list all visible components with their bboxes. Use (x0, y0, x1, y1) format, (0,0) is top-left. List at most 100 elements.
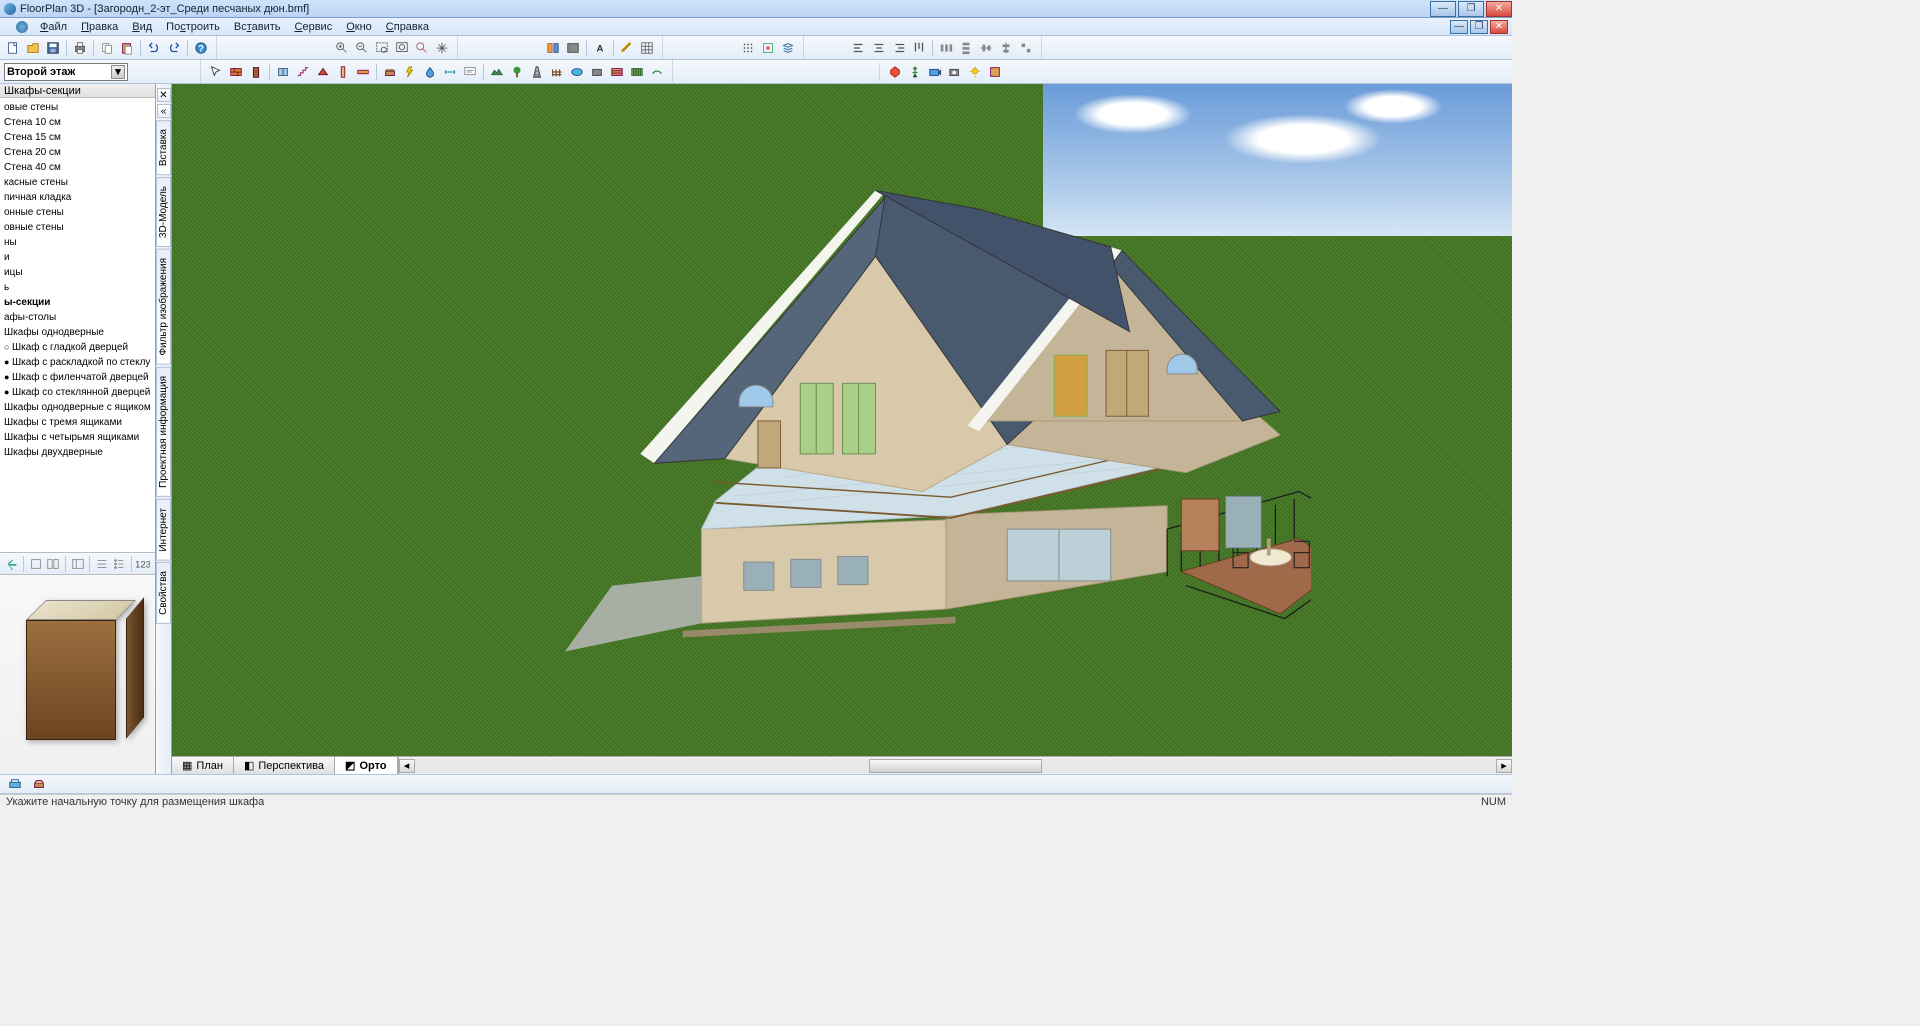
catalog-tool-5[interactable] (94, 555, 109, 573)
align-center-button[interactable] (870, 39, 888, 57)
paste-button[interactable] (118, 39, 136, 57)
list-item[interactable]: ы-секции (0, 295, 155, 310)
close-button[interactable]: ✕ (1486, 1, 1512, 17)
layers-button[interactable] (779, 39, 797, 57)
extra-tool-button[interactable] (648, 63, 666, 81)
view-mode-2-button[interactable] (564, 39, 582, 57)
text-note-tool-button[interactable] (461, 63, 479, 81)
list-item[interactable]: Шкаф с раскладкой по стеклу (0, 355, 155, 370)
help-button[interactable]: ? (192, 39, 210, 57)
list-item[interactable]: Шкафы однодверные с ящиком (0, 400, 155, 415)
align-right-button[interactable] (890, 39, 908, 57)
light-button[interactable] (966, 63, 984, 81)
pool-tool-button[interactable] (568, 63, 586, 81)
material-button[interactable] (986, 63, 1004, 81)
floor-selector[interactable]: Второй этаж ▾ (4, 63, 128, 81)
side-tab-интернет[interactable]: Интернет (156, 499, 171, 561)
distribute-v-button[interactable] (957, 39, 975, 57)
list-item[interactable]: овные стены (0, 220, 155, 235)
open-file-button[interactable] (24, 39, 42, 57)
view-tab-перспектива[interactable]: ◧Перспектива (234, 757, 335, 774)
side-tab-collapse[interactable]: « (157, 104, 171, 118)
align-top-button[interactable] (910, 39, 928, 57)
undo-button[interactable] (145, 39, 163, 57)
scroll-track[interactable] (415, 759, 1496, 773)
furniture-tool-button[interactable] (381, 63, 399, 81)
menu-вид[interactable]: Вид (126, 20, 158, 34)
road-tool-button[interactable] (528, 63, 546, 81)
list-item[interactable]: Шкафы с четырьмя ящиками (0, 430, 155, 445)
catalog-tool-1[interactable] (4, 555, 19, 573)
menu-справка[interactable]: Справка (380, 20, 435, 34)
terrain-tool-button[interactable] (488, 63, 506, 81)
catalog-tool-7[interactable]: 123 (136, 555, 151, 573)
list-item[interactable]: касные стены (0, 175, 155, 190)
walk-button[interactable] (906, 63, 924, 81)
menu-построить[interactable]: Построить (160, 20, 226, 34)
list-item[interactable]: Шкаф со стеклянной дверцей (0, 385, 155, 400)
snap-object-button[interactable] (759, 39, 777, 57)
mdi-restore-button[interactable]: ❐ (1470, 20, 1488, 34)
side-tab-проектная информация[interactable]: Проектная информация (156, 367, 171, 497)
fill-tool-button[interactable] (588, 63, 606, 81)
menu-правка[interactable]: Правка (75, 20, 124, 34)
camera-2-button[interactable] (946, 63, 964, 81)
zoom-in-button[interactable] (333, 39, 351, 57)
list-item[interactable]: Стена 10 см (0, 115, 155, 130)
catalog-tool-6[interactable] (111, 555, 126, 573)
render-button[interactable] (886, 63, 904, 81)
view-tab-орто[interactable]: ◩Орто (335, 757, 398, 774)
beam-tool-button[interactable] (354, 63, 372, 81)
new-file-button[interactable] (4, 39, 22, 57)
list-item[interactable]: Шкаф с филенчатой дверцей (0, 370, 155, 385)
view-mode-1-button[interactable] (544, 39, 562, 57)
menu-файл[interactable]: Файл (34, 20, 73, 34)
pan-button[interactable] (433, 39, 451, 57)
side-tab-свойства[interactable]: Свойства (156, 562, 171, 624)
list-item[interactable]: Шкафы двухдверные (0, 445, 155, 460)
distribute-h-button[interactable] (937, 39, 955, 57)
side-tab-фильтр изображения[interactable]: Фильтр изображения (156, 249, 171, 365)
save-button[interactable] (44, 39, 62, 57)
redo-button[interactable] (165, 39, 183, 57)
zoom-window-button[interactable] (373, 39, 391, 57)
list-item[interactable]: онные стены (0, 205, 155, 220)
grid-button[interactable] (638, 39, 656, 57)
bottom-tool-2[interactable] (30, 775, 48, 793)
side-tab-3d-модель[interactable]: 3D-Модель (156, 177, 171, 247)
wall-tool-button[interactable] (227, 63, 245, 81)
list-item[interactable]: Шкафы с тремя ящиками (0, 415, 155, 430)
list-item[interactable]: ь (0, 280, 155, 295)
maximize-button[interactable]: ❐ (1458, 1, 1484, 17)
list-item[interactable]: Шкафы однодверные (0, 325, 155, 340)
viewport-3d[interactable]: ▦План◧Перспектива◩Орто ◂ ▸ (172, 84, 1512, 774)
list-item[interactable]: Шкаф с гладкой дверцей (0, 340, 155, 355)
camera-1-button[interactable] (926, 63, 944, 81)
list-item[interactable]: пичная кладка (0, 190, 155, 205)
scroll-thumb[interactable] (869, 759, 1042, 773)
catalog-tool-3[interactable] (46, 555, 61, 573)
snap-grid-button[interactable] (739, 39, 757, 57)
fence-tool-button[interactable] (548, 63, 566, 81)
window-tool-button[interactable] (274, 63, 292, 81)
list-item[interactable]: Стена 40 см (0, 160, 155, 175)
scroll-left-button[interactable]: ◂ (399, 759, 415, 773)
menu-сервис[interactable]: Сервис (289, 20, 339, 34)
door-tool-button[interactable] (247, 63, 265, 81)
zoom-prev-button[interactable] (413, 39, 431, 57)
catalog-tool-4[interactable] (70, 555, 85, 573)
stairs-tool-button[interactable] (294, 63, 312, 81)
zoom-extents-button[interactable] (393, 39, 411, 57)
align-mid-h-button[interactable] (977, 39, 995, 57)
plant-tool-button[interactable] (508, 63, 526, 81)
list-item[interactable]: ны (0, 235, 155, 250)
list-item[interactable]: Стена 15 см (0, 130, 155, 145)
align-left-button[interactable] (850, 39, 868, 57)
list-item[interactable]: Стена 20 см (0, 145, 155, 160)
hatch-tool-button[interactable] (608, 63, 626, 81)
zoom-out-button[interactable] (353, 39, 371, 57)
align-mid-v-button[interactable] (997, 39, 1015, 57)
print-button[interactable] (71, 39, 89, 57)
menu-окно[interactable]: Окно (340, 20, 378, 34)
view-tab-план[interactable]: ▦План (172, 757, 234, 774)
